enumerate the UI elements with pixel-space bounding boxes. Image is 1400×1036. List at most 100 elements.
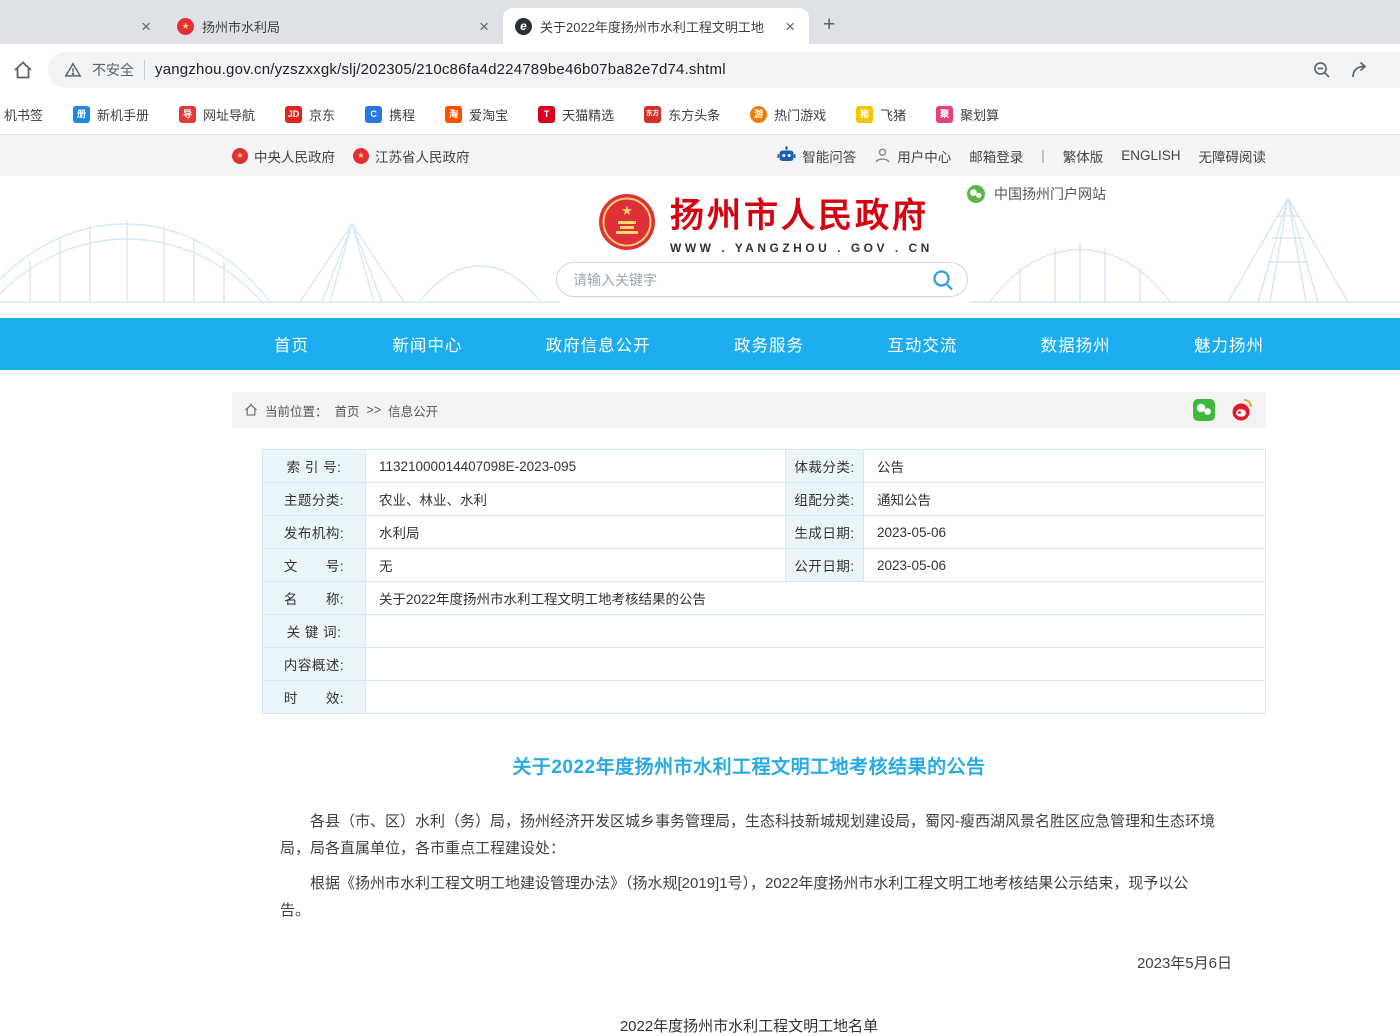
field-label: 组配分类:: [786, 483, 864, 516]
link-central-gov[interactable]: ★ 中央人民政府: [232, 146, 335, 166]
field-label: 主题分类:: [263, 483, 366, 516]
field-value: [366, 615, 1266, 648]
tab-close-icon[interactable]: ×: [139, 18, 153, 35]
nav-item-info-disclosure[interactable]: 政府信息公开: [546, 332, 651, 356]
bookmark-item[interactable]: 册新机手册: [73, 105, 149, 124]
bookmark-label: 携程: [389, 105, 415, 124]
nav-item-home[interactable]: 首页: [274, 332, 309, 356]
article-paragraph: 各县（市、区）水利（务）局，扬州经济开发区城乡事务管理局，生态科技新城规划建设局…: [280, 809, 1218, 862]
bookmark-favicon-icon: T: [538, 106, 555, 123]
link-english[interactable]: ENGLISH: [1121, 148, 1180, 163]
link-mail-login[interactable]: 邮箱登录: [969, 146, 1023, 166]
link-smart-qa[interactable]: 智能问答: [777, 146, 856, 166]
link-user-center[interactable]: 用户中心: [874, 146, 951, 166]
field-value: 公告: [864, 450, 1266, 483]
gov-link-label: 无障碍阅读: [1199, 146, 1267, 166]
field-label: 生成日期:: [786, 516, 864, 549]
bookmark-item[interactable]: 机书签: [4, 105, 43, 124]
bookmark-item[interactable]: 聚聚划算: [936, 105, 999, 124]
breadcrumb-link-home[interactable]: 首页: [335, 401, 360, 420]
bookmark-label: 爱淘宝: [469, 105, 508, 124]
gov-link-label: 中央人民政府: [254, 146, 335, 166]
home-icon[interactable]: [12, 59, 34, 81]
omnibox-divider: [144, 60, 145, 80]
field-value: [366, 648, 1266, 681]
portal-label: 中国扬州门户网站: [994, 184, 1106, 204]
bookmark-item[interactable]: T天猫精选: [538, 105, 614, 124]
article-list-title: 2022年度扬州市水利工程文明工地名单: [232, 1015, 1266, 1036]
site-logo[interactable]: ★ 扬州市人民政府 WWW . YANGZHOU . GOV . CN: [598, 188, 933, 255]
breadcrumb-prefix: 当前位置：: [265, 401, 328, 420]
user-icon: [874, 147, 891, 164]
field-label: 体裁分类:: [786, 450, 864, 483]
breadcrumb-link-current[interactable]: 信息公开: [388, 401, 438, 420]
bookmark-item[interactable]: 导网址导航: [179, 105, 255, 124]
bookmark-label: 京东: [309, 105, 335, 124]
tab-partial[interactable]: ×: [0, 8, 165, 44]
bookmark-item[interactable]: 东方东方头条: [644, 105, 720, 124]
bookmark-label: 新机手册: [97, 105, 149, 124]
field-value: [366, 681, 1266, 714]
link-traditional[interactable]: 繁体版: [1063, 146, 1104, 166]
site-header: ★ 扬州市人民政府 WWW . YANGZHOU . GOV . CN 中国扬州…: [0, 176, 1400, 318]
portal-link[interactable]: 中国扬州门户网站: [966, 184, 1106, 204]
nav-item-services[interactable]: 政务服务: [734, 332, 804, 356]
search-input[interactable]: [573, 272, 931, 288]
nav-item-interaction[interactable]: 互动交流: [887, 332, 957, 356]
zoom-out-icon[interactable]: [1312, 60, 1332, 80]
gov-link-label: ENGLISH: [1121, 148, 1180, 163]
tab-close-icon[interactable]: ×: [477, 18, 491, 35]
field-value: 水利局: [366, 516, 786, 549]
link-jiangsu-gov[interactable]: ★ 江苏省人民政府: [353, 146, 470, 166]
bookmark-label: 东方头条: [668, 105, 720, 124]
bookmark-label: 网址导航: [203, 105, 255, 124]
bookmark-item[interactable]: C 携程: [365, 105, 415, 124]
tab-close-icon[interactable]: ×: [783, 18, 797, 35]
bookmark-item[interactable]: 游热门游戏: [750, 105, 826, 124]
divider: |: [1041, 148, 1045, 163]
table-row: 文 号: 无 公开日期: 2023-05-06: [263, 549, 1266, 582]
bookmark-label: 机书签: [4, 105, 43, 124]
field-label: 索 引 号:: [263, 450, 366, 483]
bookmark-favicon-icon: 导: [179, 106, 196, 123]
share-icon[interactable]: [1350, 60, 1370, 80]
bookmark-favicon-icon: 游: [750, 106, 767, 123]
link-accessible[interactable]: 无障碍阅读: [1199, 146, 1267, 166]
url-omnibox[interactable]: 不安全 yangzhou.gov.cn/yzszxxgk/slj/202305/…: [48, 52, 1400, 88]
table-row: 发布机构: 水利局 生成日期: 2023-05-06: [263, 516, 1266, 549]
breadcrumb-home-icon: [244, 403, 258, 417]
bookmark-label: 聚划算: [960, 105, 999, 124]
article-paragraph: 根据《扬州市水利工程文明工地建设管理办法》（扬水规[2019]1号），2022年…: [280, 871, 1218, 924]
security-label[interactable]: 不安全: [92, 60, 134, 80]
robot-icon: [777, 146, 796, 165]
site-url-text: WWW . YANGZHOU . GOV . CN: [670, 241, 933, 255]
nav-item-data[interactable]: 数据扬州: [1041, 332, 1111, 356]
tab-active-announcement[interactable]: e 关于2022年度扬州市水利工程文明工地 ×: [503, 8, 809, 44]
bookmark-favicon-icon: 册: [73, 106, 90, 123]
new-tab-button[interactable]: +: [823, 13, 835, 37]
nav-item-news[interactable]: 新闻中心: [392, 332, 462, 356]
table-row: 主题分类: 农业、林业、水利 组配分类: 通知公告: [263, 483, 1266, 516]
nav-item-charm[interactable]: 魅力扬州: [1194, 332, 1264, 356]
bookmark-item[interactable]: 淘爱淘宝: [445, 105, 508, 124]
gov-emblem-favicon-icon: ★: [177, 18, 194, 35]
svg-text:★: ★: [621, 203, 633, 218]
search-icon[interactable]: [931, 268, 955, 292]
breadcrumb: 当前位置： 首页 >> 信息公开: [232, 392, 1266, 428]
wechat-share-icon[interactable]: [1192, 398, 1216, 422]
field-label: 发布机构:: [263, 516, 366, 549]
bookmark-item[interactable]: 猪飞猪: [856, 105, 906, 124]
gov-link-label: 江苏省人民政府: [375, 146, 470, 166]
url-text[interactable]: yangzhou.gov.cn/yzszxxgk/slj/202305/210c…: [155, 61, 1302, 78]
table-row: 时 效:: [263, 681, 1266, 714]
bookmark-favicon-icon: C: [365, 106, 382, 123]
tab-shuiliju[interactable]: ★ 扬州市水利局 ×: [165, 8, 503, 44]
gov-emblem-icon: ★: [232, 148, 248, 164]
site-search-box: [556, 262, 968, 297]
bookmark-favicon-icon: JD: [285, 106, 302, 123]
weibo-share-icon[interactable]: [1230, 398, 1254, 422]
gov-link-label: 智能问答: [802, 146, 856, 166]
national-emblem-icon: ★: [598, 193, 656, 251]
bookmark-item[interactable]: JD 京东: [285, 105, 335, 124]
article-date: 2023年5月6日: [232, 952, 1232, 973]
